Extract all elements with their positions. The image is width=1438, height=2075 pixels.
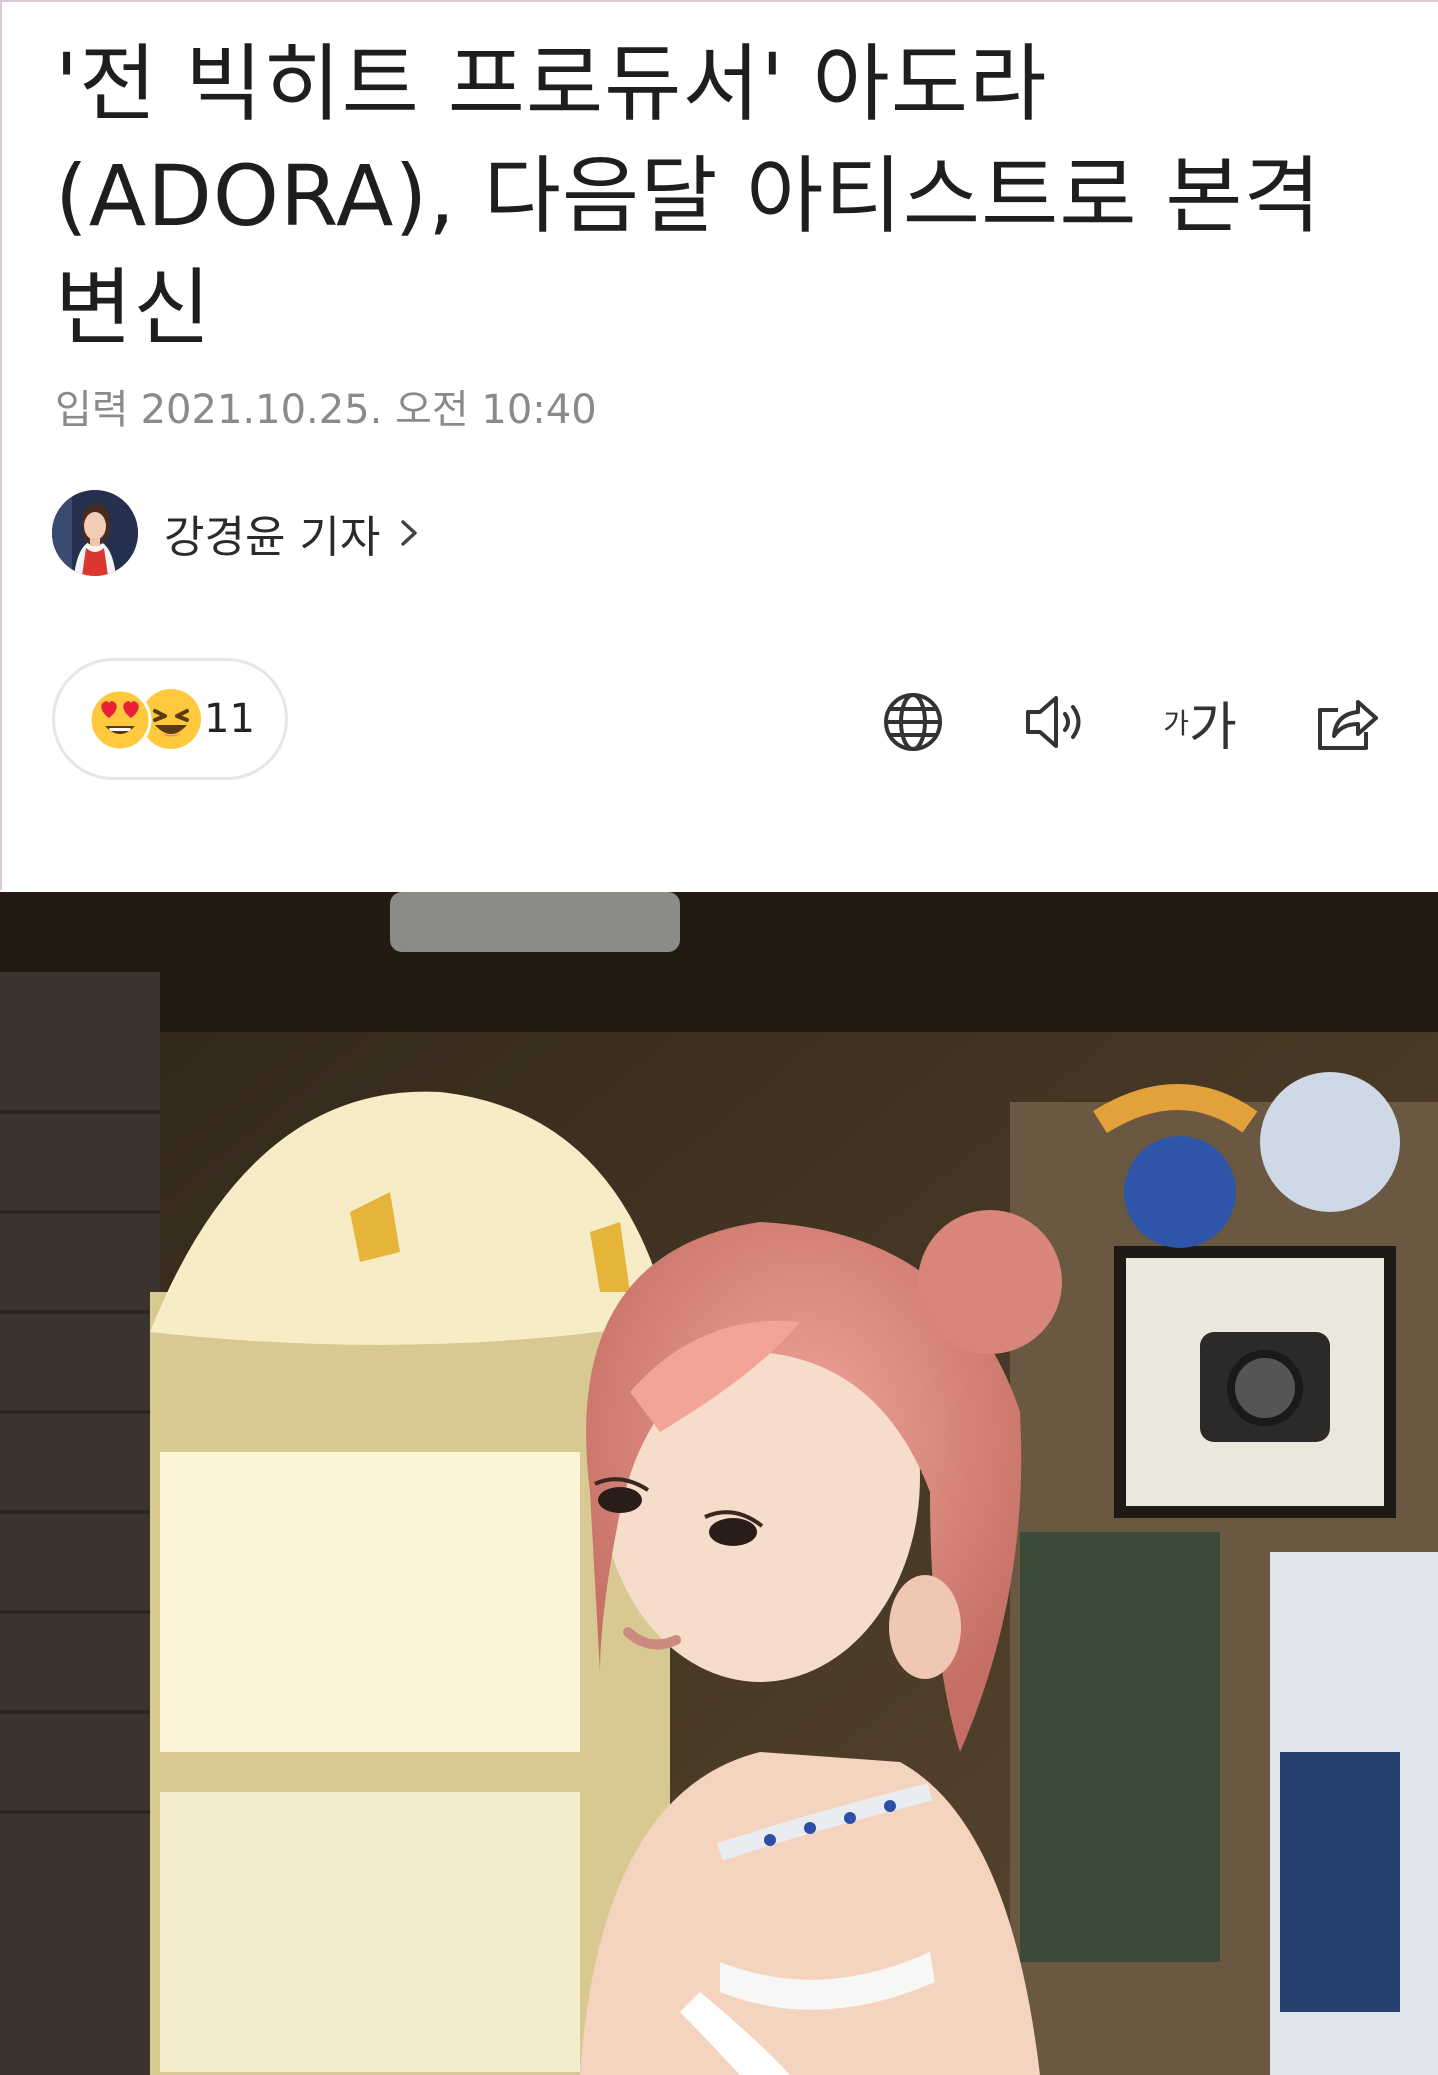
translate-button[interactable] bbox=[878, 690, 948, 754]
reporter-avatar bbox=[52, 490, 138, 576]
reporter-name: 강경윤 기자 bbox=[164, 512, 381, 563]
share-button[interactable] bbox=[1312, 690, 1382, 754]
reporter-link[interactable]: 강경윤 기자 bbox=[52, 490, 424, 576]
article-page: '전 빅히트 프로듀서' 아도라(ADORA), 다음달 아티스트로 본격 변신… bbox=[0, 0, 1438, 2075]
globe-icon bbox=[884, 693, 942, 751]
font-size-small-label: 가 bbox=[1163, 707, 1189, 740]
article-meta: 입력 2021.10.25. 오전 10:40 bbox=[55, 385, 597, 435]
left-border bbox=[0, 0, 2, 890]
article-photo bbox=[0, 892, 1438, 2075]
chevron-right-icon bbox=[401, 520, 418, 546]
font-size-large-label: 가 bbox=[1188, 697, 1237, 758]
reaction-button[interactable]: 11 bbox=[52, 658, 288, 780]
published-datetime: 2021.10.25. 오전 10:40 bbox=[140, 387, 597, 433]
reaction-count: 11 bbox=[204, 696, 255, 742]
published-label: 입력 bbox=[55, 387, 129, 433]
speaker-icon bbox=[1026, 696, 1081, 748]
reaction-emojis bbox=[87, 687, 202, 752]
top-border bbox=[0, 0, 1438, 2]
share-icon bbox=[1318, 700, 1378, 750]
read-aloud-button[interactable] bbox=[1022, 690, 1092, 754]
heart-eyes-emoji-icon bbox=[88, 688, 152, 752]
font-size-button[interactable]: 가가 bbox=[1160, 690, 1240, 758]
article-headline: '전 빅히트 프로듀서' 아도라(ADORA), 다음달 아티스트로 본격 변신 bbox=[55, 35, 1322, 357]
